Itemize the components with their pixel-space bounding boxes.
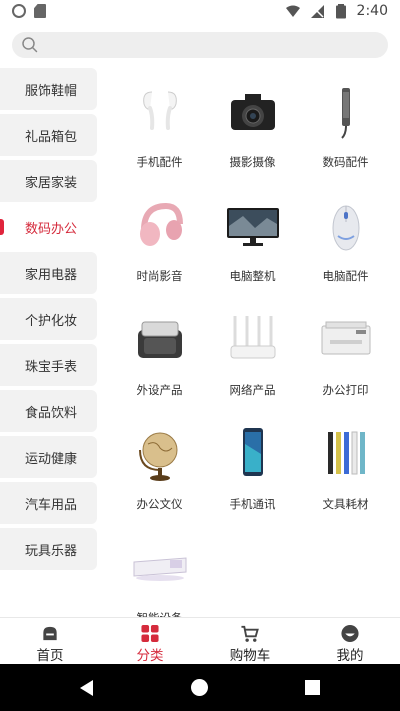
subcategory-label: 手机通讯: [229, 497, 276, 511]
home-icon: [43, 626, 57, 641]
subcategory-digital-accessories[interactable]: 数码配件: [299, 82, 392, 170]
back-icon[interactable]: [80, 680, 93, 696]
sidebar-item-auto[interactable]: 汽车用品: [0, 482, 97, 524]
subcategory-phone-accessories[interactable]: 手机配件: [113, 82, 206, 170]
subcategory-label: 电脑整机: [229, 269, 276, 283]
printer-icon: [316, 310, 376, 370]
subcategory-label: 数码配件: [322, 155, 369, 169]
subcategory-photo-video[interactable]: 摄影摄像: [206, 82, 299, 170]
system-navigation-bar: [0, 664, 400, 711]
case-icon: [130, 310, 190, 370]
nav-profile[interactable]: 我的: [300, 618, 400, 664]
subcategory-label: 办公打印: [322, 383, 369, 397]
monitor-icon: [223, 196, 283, 256]
subcategory-office-printing[interactable]: 办公打印: [299, 310, 392, 398]
subcategory-stationery[interactable]: 文具耗材: [299, 424, 392, 512]
sidebar-item-home[interactable]: 家居家装: [0, 160, 97, 202]
category-sidebar: 服饰鞋帽 礼品箱包 家居家装 数码办公 家用电器 个护化妆 珠宝手表 食品饮料 …: [0, 68, 97, 574]
subcategory-label: 网络产品: [229, 383, 276, 397]
notification-dot-icon: [12, 4, 26, 18]
subcategory-label: 办公文仪: [136, 497, 183, 511]
globe-icon: [130, 424, 190, 484]
sidebar-item-personal-care[interactable]: 个护化妆: [0, 298, 97, 340]
sidebar-item-food-drinks[interactable]: 食品饮料: [0, 390, 97, 432]
subcategory-smart-devices[interactable]: 智能设备: [113, 538, 206, 626]
projector-icon: [130, 538, 190, 598]
earphones-icon: [130, 82, 190, 142]
nav-home[interactable]: 首页: [0, 618, 100, 664]
subcategory-peripherals[interactable]: 外设产品: [113, 310, 206, 398]
subcategory-label: 外设产品: [136, 383, 183, 397]
subcategory-network[interactable]: 网络产品: [206, 310, 299, 398]
subcategory-computers[interactable]: 电脑整机: [206, 196, 299, 284]
bottom-navigation: 首页 分类 购物车 我的: [0, 617, 400, 664]
search-bar[interactable]: [12, 32, 388, 58]
subcategory-label: 文具耗材: [322, 497, 369, 511]
search-input[interactable]: [44, 32, 374, 58]
sidebar-item-sports-health[interactable]: 运动健康: [0, 436, 97, 478]
sidebar-item-jewelry-watches[interactable]: 珠宝手表: [0, 344, 97, 386]
nav-label: 购物车: [229, 648, 271, 664]
recents-icon[interactable]: [305, 680, 320, 695]
nav-label: 我的: [336, 648, 364, 664]
sd-card-icon: [34, 4, 46, 18]
subcategory-fashion-audio[interactable]: 时尚影音: [113, 196, 206, 284]
clock: 2:40: [356, 3, 388, 19]
subcategory-computer-accessories[interactable]: 电脑配件: [299, 196, 392, 284]
subcategory-label: 时尚影音: [136, 269, 183, 283]
sidebar-item-toys-instruments[interactable]: 玩具乐器: [0, 528, 97, 570]
cart-icon: [241, 625, 259, 642]
camera-icon: [223, 82, 283, 142]
subcategory-mobile-phones[interactable]: 手机通讯: [206, 424, 299, 512]
subcategory-grid: 手机配件 摄影摄像 数码配件 时尚影音 电脑整机 电脑配件 外设产品 网络产品 …: [113, 82, 393, 626]
pens-icon: [316, 424, 376, 484]
home-button-icon[interactable]: [191, 679, 208, 696]
subcategory-label: 摄影摄像: [229, 155, 276, 169]
sidebar-item-digital-office[interactable]: 数码办公: [0, 206, 97, 248]
nav-label: 首页: [36, 648, 64, 664]
battery-icon: [335, 4, 346, 19]
sidebar-item-gifts-bags[interactable]: 礼品箱包: [0, 114, 97, 156]
subcategory-label: 手机配件: [136, 155, 183, 169]
status-bar: 2:40: [0, 0, 400, 24]
sidebar-item-clothing[interactable]: 服饰鞋帽: [0, 68, 97, 110]
stylus-icon: [316, 82, 376, 142]
signal-icon: [310, 5, 324, 18]
phone-icon: [223, 424, 283, 484]
nav-label: 分类: [136, 648, 164, 664]
subcategory-office-supplies[interactable]: 办公文仪: [113, 424, 206, 512]
nav-cart[interactable]: 购物车: [200, 618, 300, 664]
sidebar-item-appliances[interactable]: 家用电器: [0, 252, 97, 294]
profile-icon: [341, 624, 359, 643]
wifi-icon: [285, 5, 301, 17]
nav-category[interactable]: 分类: [100, 618, 200, 664]
router-icon: [223, 310, 283, 370]
category-icon: [141, 624, 159, 643]
search-icon: [22, 37, 38, 53]
mouse-icon: [316, 196, 376, 256]
subcategory-label: 电脑配件: [322, 269, 369, 283]
headphones-icon: [130, 196, 190, 256]
